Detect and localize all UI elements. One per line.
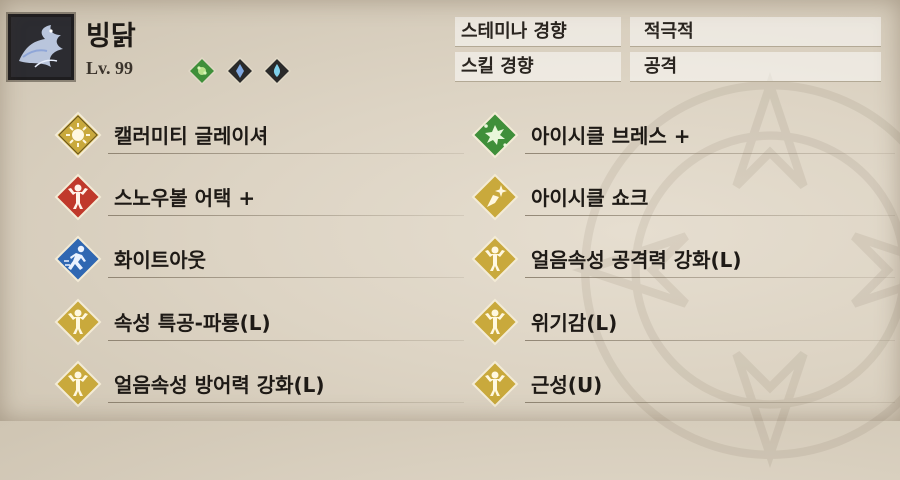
skill-tendency-value: 공격 — [630, 52, 881, 82]
row-divider — [525, 277, 895, 278]
skill-name: 얼음속성 공격력 강화(L) — [531, 248, 742, 272]
stamina-tendency-row: 스테미나 경향 적극적 — [455, 17, 881, 47]
row-divider — [108, 402, 464, 403]
row-divider — [108, 340, 464, 341]
row-divider — [108, 153, 464, 154]
skill-tendency-label: 스킬 경향 — [455, 52, 621, 82]
strength-figure-icon — [471, 235, 519, 283]
skill-name: 스노우볼 어택 + — [114, 186, 256, 210]
skill-name: 속성 특공-파룡(L) — [114, 311, 271, 335]
skill-name: 아이시클 브레스 + — [531, 124, 691, 148]
strength-figure-icon — [54, 360, 102, 408]
strength-figure-icon — [471, 298, 519, 346]
skill-name: 아이시클 쇼크 — [531, 186, 649, 210]
splash-icon — [471, 111, 519, 159]
running-figure-icon — [54, 235, 102, 283]
strength-figure-icon — [54, 298, 102, 346]
row-divider — [525, 340, 895, 341]
skill-name: 근성(U) — [531, 373, 603, 397]
water-element-icon — [263, 57, 291, 85]
row-divider — [108, 277, 464, 278]
monster-name: 빙닭 — [86, 21, 136, 52]
skill-name: 캘러미티 글레이셔 — [114, 124, 269, 148]
ice-element-icon — [226, 57, 254, 85]
row-divider — [525, 402, 895, 403]
strength-figure-icon — [54, 173, 102, 221]
nature-element-icon — [188, 57, 216, 85]
row-divider — [525, 215, 895, 216]
strength-figure-icon — [471, 360, 519, 408]
skill-tendency-row: 스킬 경향 공격 — [455, 52, 881, 82]
skill-name: 얼음속성 방어력 강화(L) — [114, 373, 325, 397]
stamina-tendency-value: 적극적 — [630, 17, 881, 47]
ice-bird-icon — [11, 17, 71, 77]
row-divider — [525, 153, 895, 154]
skill-name: 화이트아웃 — [114, 248, 206, 272]
monster-level: Lv. 99 — [86, 58, 134, 78]
sparkle-claw-icon — [471, 173, 519, 221]
stamina-tendency-label: 스테미나 경향 — [455, 17, 621, 47]
skill-name: 위기감(L) — [531, 311, 618, 335]
burst-star-icon — [54, 111, 102, 159]
monster-portrait — [8, 14, 74, 80]
row-divider — [108, 215, 464, 216]
